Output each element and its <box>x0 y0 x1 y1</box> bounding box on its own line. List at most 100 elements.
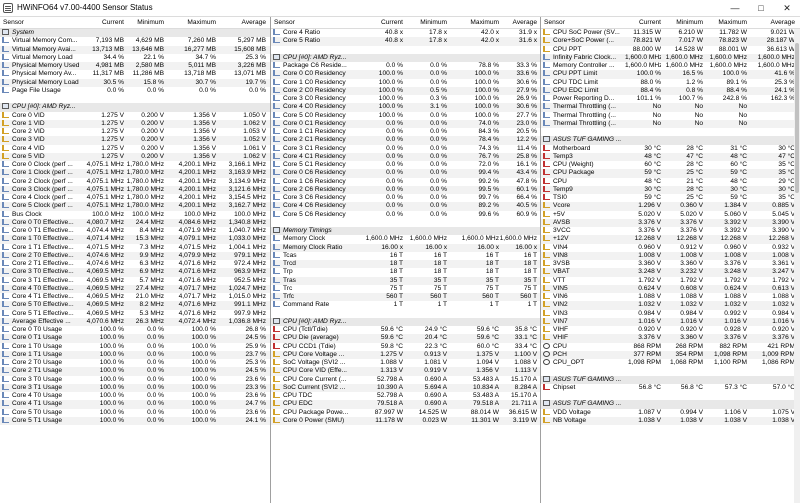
column-header-sensor[interactable]: Sensor <box>544 17 565 29</box>
column-header-minimum[interactable]: Minimum <box>405 17 447 29</box>
sensor-row[interactable]: Core 0 T0 Usage 100.0 % 0.0 % 100.0 % 26.8 % <box>0 326 270 334</box>
sensor-row[interactable]: Core 3 C6 Residency 0.0 % 0.0 % 99.7 % 66.4 … <box>271 194 540 202</box>
sensor-row[interactable]: Core 1 VID 1.275 V 0.200 V 1.356 V 1.062 V <box>0 119 270 128</box>
sensor-row[interactable]: 3VCC 3.376 V 3.376 V 3.392 V 3.390 V <box>541 227 800 235</box>
sensor-row[interactable]: Core 0 C0 Residency 100.0 % 0.0 % 100.0 % 33… <box>271 70 540 79</box>
sensor-group-header[interactable]: CPU [#0]: AMD Ryz... <box>0 103 270 112</box>
sensor-row[interactable]: Core+SoC Power (... 78.821 W 7.017 W 78.823… <box>541 37 800 46</box>
sensor-row[interactable]: CPU (Weight) 60 °C 28 °C 60 °C 35 °C <box>541 161 800 169</box>
sensor-row[interactable]: Memory Clock 1,600.0 MHz 1,600.0 MHz 1,600.… <box>271 235 540 243</box>
sensor-row[interactable]: Virtual Memory Com... 7,193 MB 4,629 MB 7,2… <box>0 37 270 45</box>
sensor-row[interactable]: Core 1 C0 Residency 100.0 % 0.0 % 100.0 % 30… <box>271 78 540 87</box>
sensor-row[interactable]: SoC Voltage (SVI2 ... 1.088 V 1.081 V 1.094… <box>271 359 540 367</box>
sensor-row[interactable]: VIHF 0.920 V 0.920 V 0.928 V 0.920 V <box>541 326 800 334</box>
sensor-row[interactable]: Physical Memory Used 4,981 MB 2,580 MB 5,01… <box>0 62 270 71</box>
maximize-button[interactable]: □ <box>748 0 774 17</box>
sensor-row[interactable]: Core 0 Clock (perf ... 4,075.1 MHz 1,780.0… <box>0 161 270 169</box>
sensor-row[interactable]: Core 4 C6 Residency 0.0 % 0.0 % 89.2 % 40.5 … <box>271 202 540 211</box>
column-header-maximum[interactable]: Maximum <box>703 17 747 29</box>
sensor-row[interactable]: Tras 35 T 35 T 35 T 35 T <box>271 276 540 285</box>
column-header-sensor[interactable]: Sensor <box>274 17 295 29</box>
sensor-row[interactable]: CPU Package 59 °C 25 °C 59 °C 35 °C <box>541 169 800 178</box>
sensor-row[interactable]: Chipset 56.8 °C 56.8 °C 57.3 °C 57.0 °C <box>541 383 800 392</box>
column-header-minimum[interactable]: Minimum <box>661 17 703 29</box>
sensor-row[interactable]: CPU 868 RPM 268 RPM 882 RPM 421 RPM <box>541 342 800 351</box>
column-header-current[interactable]: Current <box>353 17 403 29</box>
column-header-maximum[interactable]: Maximum <box>166 17 216 29</box>
sensor-row[interactable]: CPU Package Powe... 87.997 W 14.525 W 88.01… <box>271 408 540 417</box>
sensor-row[interactable]: CPU Core Voltage ... 1.275 V 0.913 V 1.375 … <box>271 350 540 359</box>
sensor-row[interactable]: Core 4 T0 Effective... 4,069.5 MHz 27.4 MH… <box>0 284 270 293</box>
sensor-row[interactable]: Core 3 C1 Residency 0.0 % 0.0 % 74.3 % 11.4 … <box>271 144 540 153</box>
column-header[interactable]: Sensor Current Minimum Maximum Average <box>541 17 800 29</box>
sensor-row[interactable]: Core 0 T1 Effective... 4,074.4 MHz 8.4 MHz… <box>0 227 270 235</box>
sensor-row[interactable]: Core 5 C1 Residency 0.0 % 0.0 % 72.0 % 16.1 … <box>271 161 540 169</box>
sensor-row[interactable]: Core 5 T0 Effective... 4,069.5 MHz 8.2 MHz… <box>0 301 270 310</box>
column-header[interactable]: Sensor Current Minimum Maximum Average <box>271 17 540 29</box>
sensor-row[interactable]: Package C6 Reside... 0.0 % 0.0 % 78.8 % 33.3… <box>271 62 540 70</box>
sensor-row[interactable]: Core 0 T1 Usage 100.0 % 0.0 % 100.0 % 24.5 % <box>0 334 270 343</box>
sensor-row[interactable]: Power Reporting D... 101.1 % 100.7 % 242.8 … <box>541 95 800 103</box>
sensor-row[interactable]: VDD Voltage 1.087 V 0.994 V 1.106 V 1.075 V <box>541 408 800 417</box>
sensor-row[interactable]: Core 2 C1 Residency 0.0 % 0.0 % 78.4 % 12.2 … <box>271 136 540 145</box>
sensor-row[interactable]: Core 1 T0 Usage 100.0 % 0.0 % 100.0 % 25.9 % <box>0 342 270 351</box>
sensor-row[interactable]: Infinity Fabric Clock... 1,600.0 MHz 1,600… <box>541 53 800 62</box>
sensor-row[interactable]: CPU PPT Limit 100.0 % 16.5 % 100.0 % 41.6 % <box>541 70 800 79</box>
sensor-row[interactable]: CPU Core Current (... 52.798 A 0.690 A 53.4… <box>271 375 540 384</box>
sensor-row[interactable]: Virtual Memory Avai... 13,713 MB 13,646 MB… <box>0 45 270 54</box>
sensor-row[interactable]: Core 0 C6 Residency 0.0 % 0.0 % 99.4 % 43.4 … <box>271 169 540 178</box>
sensor-row[interactable]: Core 5 VID 1.275 V 0.200 V 1.356 V 1.062 V <box>0 152 270 161</box>
column-header-current[interactable]: Current <box>625 17 661 29</box>
sensor-row[interactable]: CPU TDC 52.798 A 0.690 A 53.483 A 15.170 A <box>271 392 540 400</box>
sensor-row[interactable]: Motherboard 30 °C 28 °C 31 °C 30 °C <box>541 144 800 153</box>
sensor-row[interactable]: Core 4 Ratio 40.8 x 17.8 x 42.0 x 31.9 x <box>271 29 540 37</box>
sensor-row[interactable]: CPU Die (average) 59.6 °C 20.4 °C 59.6 °C 33… <box>271 334 540 343</box>
minimize-button[interactable]: — <box>722 0 748 17</box>
sensor-row[interactable]: Virtual Memory Load 34.4 % 22.1 % 34.7 % 25.… <box>0 53 270 62</box>
sensor-row[interactable]: Core 4 VID 1.275 V 0.200 V 1.356 V 1.061 V <box>0 144 270 153</box>
sensor-row[interactable]: Trcd 18 T 18 T 18 T 18 T <box>271 260 540 269</box>
sensor-row[interactable]: Thermal Throttling (... No No No <box>541 103 800 112</box>
sensor-row[interactable]: Core 2 C0 Residency 100.0 % 0.5 % 100.0 % 27… <box>271 86 540 95</box>
sensor-row[interactable]: Page File Usage 0.0 % 0.0 % 0.0 % 0.0 % <box>0 86 270 95</box>
sensor-row[interactable]: CPU 48 °C 21 °C 48 °C 29 °C <box>541 177 800 186</box>
sensor-row[interactable]: Core 2 T1 Usage 100.0 % 0.0 % 100.0 % 24.5 % <box>0 367 270 376</box>
sensor-row[interactable]: VIN7 1.016 V 1.016 V 1.016 V 1.016 V <box>541 317 800 326</box>
sensor-group-header[interactable]: ASUS TUF GAMING ... <box>541 400 800 409</box>
sensor-row[interactable]: Core 5 Ratio 40.8 x 17.8 x 42.0 x 31.6 x <box>271 37 540 46</box>
sensor-group-header[interactable]: CPU [#0]: AMD Ryz... <box>271 317 540 326</box>
sensor-row[interactable]: VHIF 3.376 V 3.360 V 3.376 V 3.376 V <box>541 334 800 343</box>
column-header-average[interactable]: Average <box>747 17 795 29</box>
sensor-row[interactable]: VTT 1.792 V 1.792 V 1.792 V 1.792 V <box>541 276 800 285</box>
sensor-row[interactable]: Core 1 T0 Effective... 4,071.4 MHz 15.3 MH… <box>0 235 270 244</box>
sensor-row[interactable]: Bus Clock 100.0 MHz 100.0 MHz 100.0 MHz 100.… <box>0 210 270 219</box>
sensor-row[interactable]: Core 5 C0 Residency 100.0 % 0.0 % 100.0 % 27… <box>271 111 540 120</box>
column-header[interactable]: Sensor Current Minimum Maximum Average <box>0 17 270 29</box>
sensor-row[interactable]: Trp 18 T 18 T 18 T 18 T <box>271 268 540 276</box>
sensor-row[interactable]: CPU Core VID (Effe... 1.313 V 0.919 V 1.356… <box>271 367 540 376</box>
sensor-row[interactable]: Core 3 Clock (perf ... 4,075.1 MHz 1,780.0… <box>0 185 270 194</box>
sensor-panel-1[interactable]: Sensor Current Minimum Maximum Average System… <box>0 17 271 503</box>
sensor-row[interactable]: +5V 5.020 V 5.020 V 5.060 V 5.045 V <box>541 210 800 219</box>
sensor-row[interactable]: VIN6 1.088 V 1.088 V 1.088 V 1.088 V <box>541 293 800 301</box>
sensor-row[interactable]: CPU EDC Limit 88.4 % 0.8 % 88.4 % 24.1 % <box>541 86 800 95</box>
sensor-row[interactable]: Thermal Throttling (... No No No <box>541 119 800 128</box>
sensor-row[interactable]: Core 4 T1 Usage 100.0 % 0.0 % 100.0 % 24.7 % <box>0 400 270 409</box>
sensor-row[interactable]: Core 1 C1 Residency 0.0 % 0.0 % 84.3 % 20.5 … <box>271 128 540 136</box>
sensor-row[interactable]: Command Rate 1 T 1 T 1 T 1 T <box>271 301 540 309</box>
sensor-group-header[interactable]: System <box>0 29 270 38</box>
sensor-row[interactable]: Core 4 T1 Effective... 4,069.5 MHz 21.0 MH… <box>0 293 270 301</box>
sensor-row[interactable]: CPU SoC Power (SV... 11.315 W 6.210 W 11.78… <box>541 29 800 37</box>
sensor-row[interactable]: CPU PPT 88.000 W 14.528 W 88.001 W 36.613 W <box>541 45 800 54</box>
sensor-row[interactable]: Temp3 48 °C 47 °C 48 °C 47 °C <box>541 152 800 161</box>
sensor-row[interactable]: Trfc 560 T 560 T 560 T 560 T <box>271 293 540 302</box>
sensor-row[interactable]: NB Voltage 1.038 V 1.038 V 1.038 V 1.038 V <box>541 416 800 425</box>
sensor-row[interactable]: Memory Clock Ratio 16.00 x 16.00 x 16.00 x 1… <box>271 243 540 252</box>
sensor-row[interactable]: VIN4 0.960 V 0.912 V 0.960 V 0.932 V <box>541 243 800 252</box>
sensor-row[interactable]: Memory Controller ... 1,600.0 MHz 1,600.0 … <box>541 62 800 70</box>
sensor-row[interactable]: Physical Memory Av... 11,317 MB 11,286 MB 1… <box>0 70 270 78</box>
sensor-row[interactable]: Core 5 T1 Effective... 4,069.5 MHz 5.3 MHz… <box>0 309 270 318</box>
sensor-row[interactable]: Core 0 T0 Effective... 4,080.7 MHz 24.4 MH… <box>0 218 270 227</box>
sensor-row[interactable]: CPU CCD1 (Tdie) 59.8 °C 22.3 °C 60.0 °C 33.4… <box>271 342 540 351</box>
sensor-group-header[interactable]: CPU [#0]: AMD Ryz... <box>271 53 540 62</box>
